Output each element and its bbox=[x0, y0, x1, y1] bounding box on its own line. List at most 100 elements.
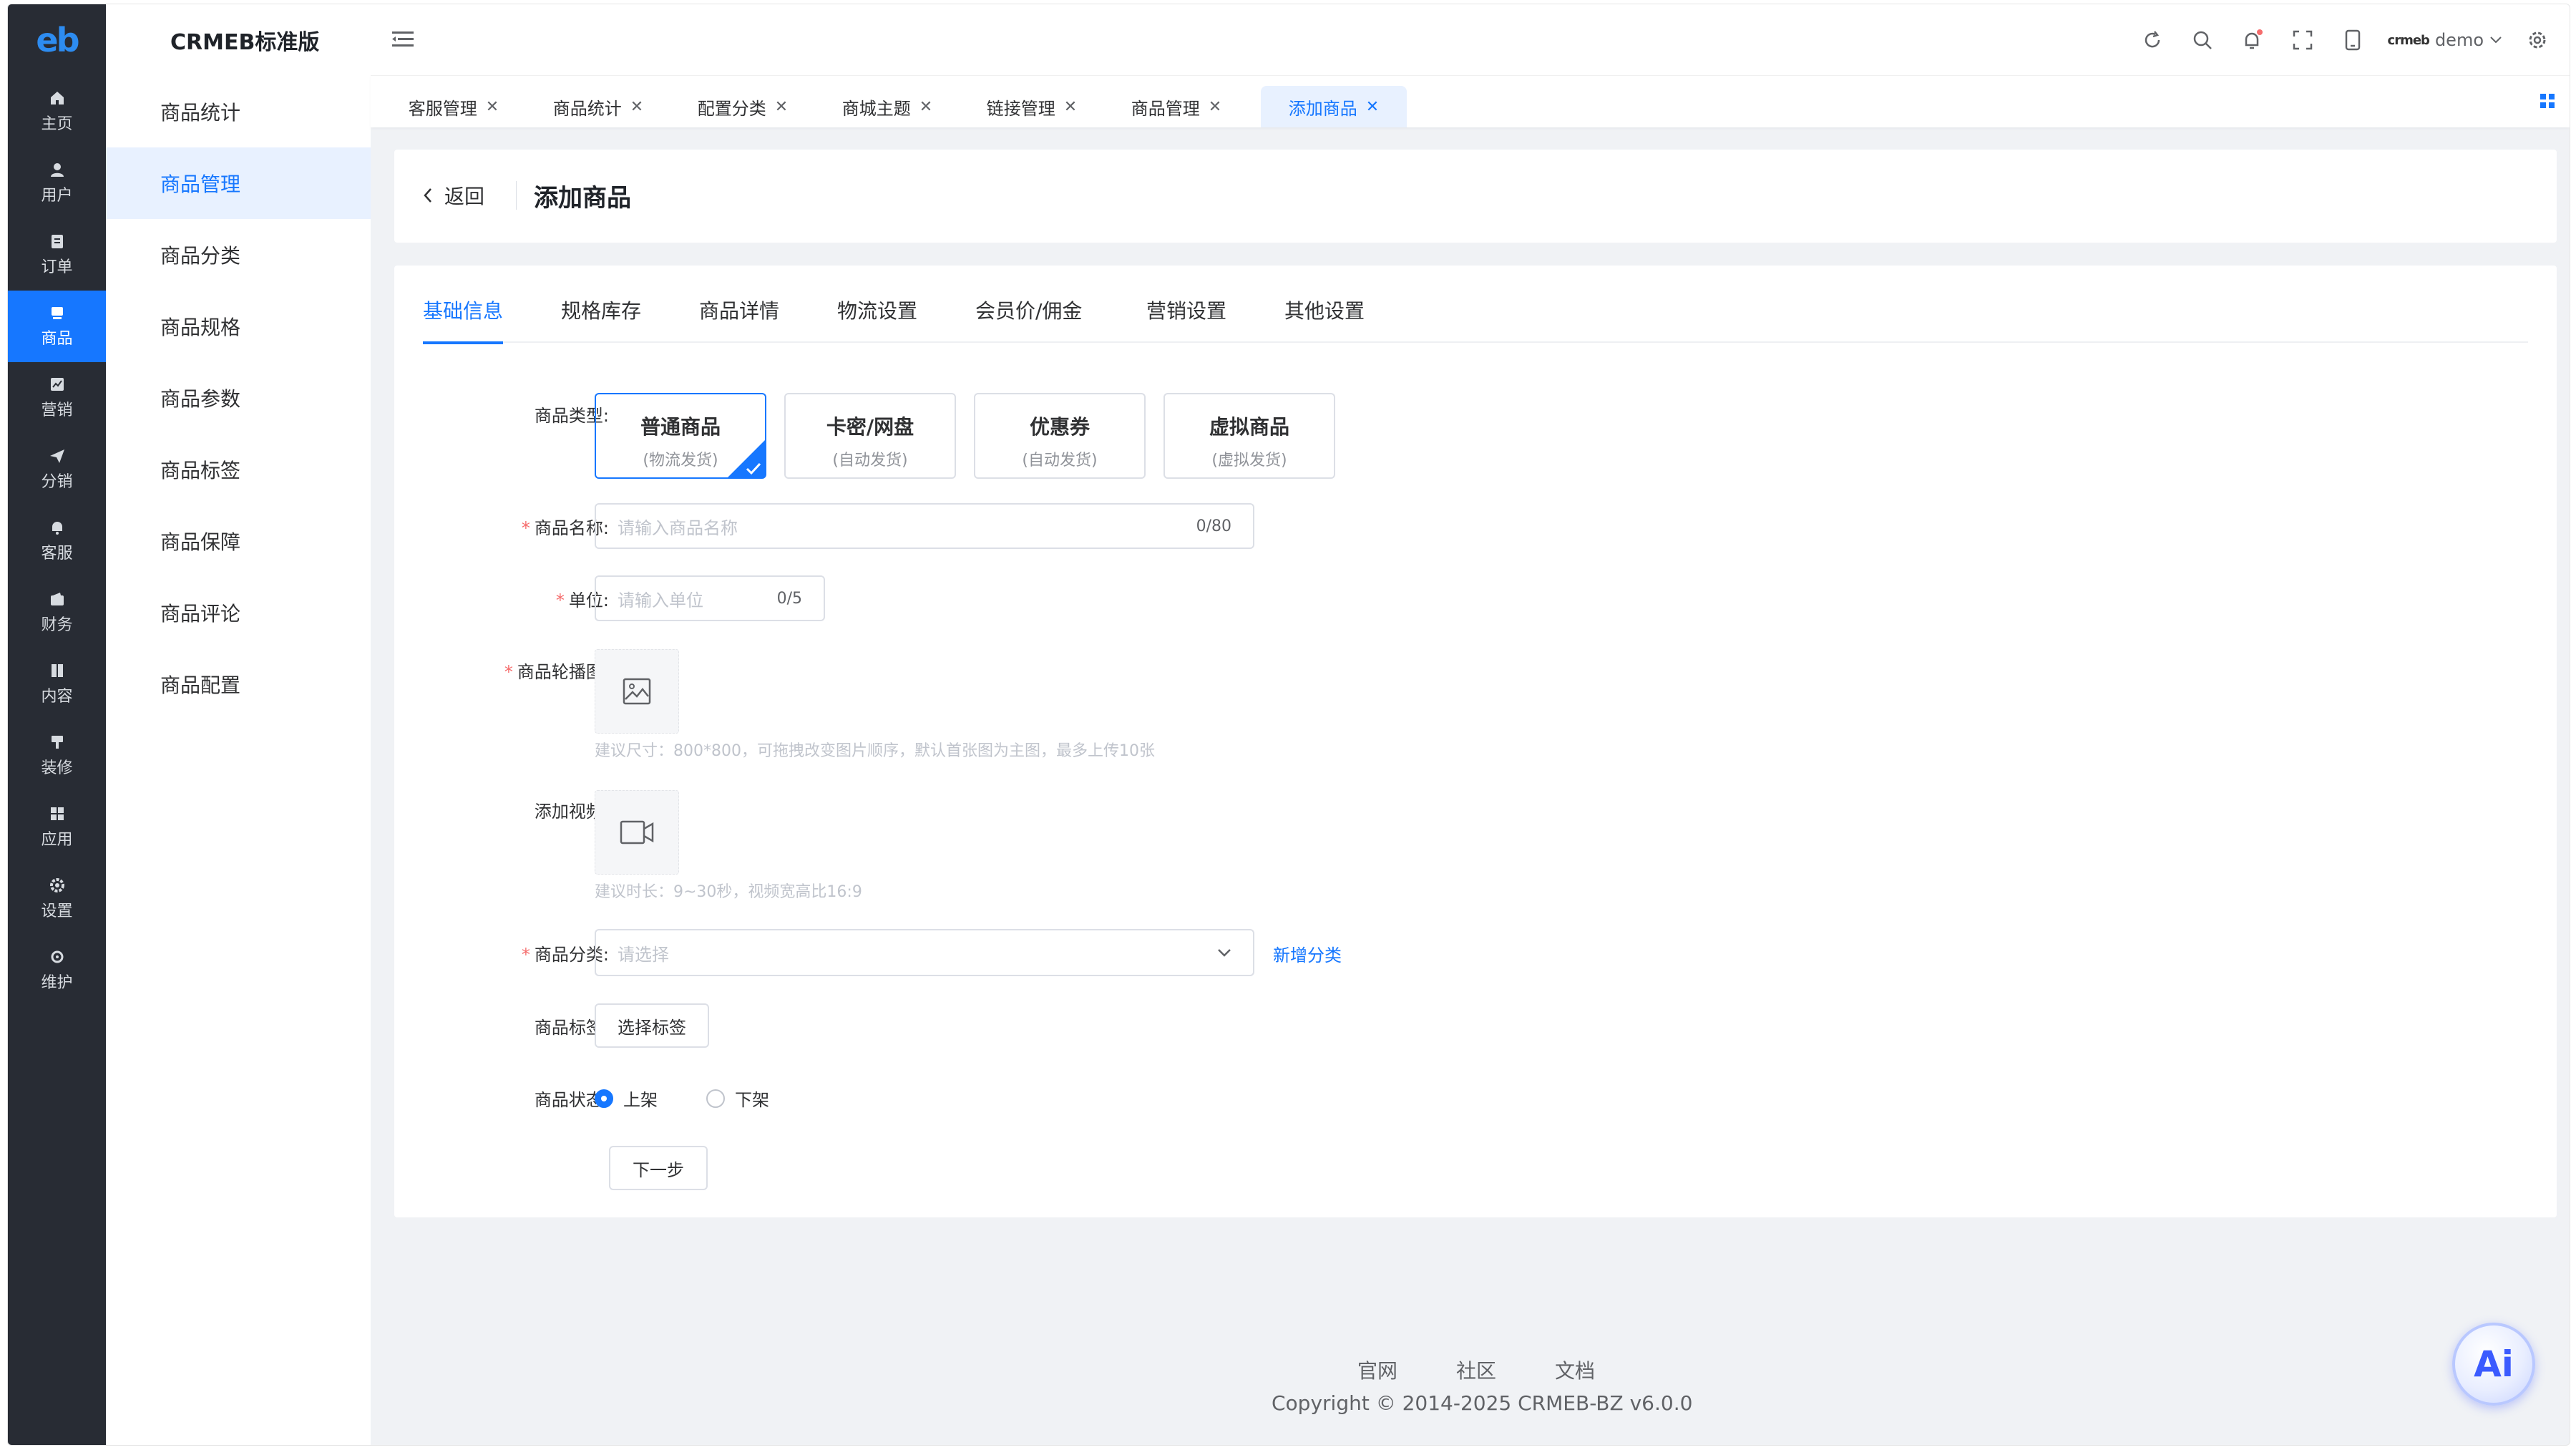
tab-marketing[interactable]: 营销设置 bbox=[1146, 296, 1226, 343]
page-tabs: 客服管理 ✕ 商品统计 ✕ 配置分类 ✕ 商城主题 ✕ 链接管理 ✕ 商品管理 ✕ 添加商品… bbox=[371, 76, 2570, 127]
apps-icon bbox=[50, 807, 64, 820]
page-header-card: 返回 添加商品 bbox=[394, 150, 2557, 243]
app-logo[interactable]: eb bbox=[8, 4, 106, 76]
submenu-item-category[interactable]: 商品分类 bbox=[106, 219, 371, 291]
order-icon bbox=[51, 235, 63, 248]
type-card-virtual[interactable]: 虚拟商品 (虚拟发货) bbox=[1163, 393, 1335, 479]
nav-item-order[interactable]: 订单 bbox=[8, 219, 106, 291]
tab-product-detail[interactable]: 商品详情 bbox=[699, 296, 779, 343]
unit-input[interactable]: 请输入单位 0/5 bbox=[595, 575, 825, 621]
close-icon[interactable]: ✕ bbox=[630, 98, 643, 116]
app-frame: eb 主页 用户 订单 商品 营销 分销 客服 财务 内容 装修 应用 设置 维… bbox=[7, 4, 2570, 1446]
footer-link-official[interactable]: 官网 bbox=[1357, 1356, 1397, 1384]
nav-item-finance[interactable]: 财务 bbox=[8, 577, 106, 648]
grid-icon[interactable] bbox=[2540, 93, 2555, 109]
user-icon bbox=[50, 163, 64, 177]
form-tabs: 基础信息 规格库存 商品详情 物流设置 会员价/佣金 营销设置 其他设置 bbox=[423, 266, 2528, 344]
submenu-item-tags[interactable]: 商品标签 bbox=[106, 434, 371, 505]
tab-basic-info[interactable]: 基础信息 bbox=[423, 296, 504, 344]
image-icon bbox=[623, 678, 651, 705]
close-icon[interactable]: ✕ bbox=[775, 98, 788, 116]
gear-icon[interactable] bbox=[2527, 29, 2548, 51]
tab-theme[interactable]: 商城主题 ✕ bbox=[826, 86, 949, 127]
page-title: 添加商品 bbox=[534, 184, 631, 213]
nav-item-decorate[interactable]: 装修 bbox=[8, 720, 106, 792]
check-icon bbox=[746, 462, 761, 475]
submenu-item-spec[interactable]: 商品规格 bbox=[106, 291, 371, 362]
nav-item-marketing[interactable]: 营销 bbox=[8, 362, 106, 434]
tab-product-manage[interactable]: 商品管理 ✕ bbox=[1115, 86, 1238, 127]
tab-links[interactable]: 链接管理 ✕ bbox=[970, 86, 1093, 127]
status-radio-on[interactable]: 上架 bbox=[595, 1086, 658, 1111]
footer-link-community[interactable]: 社区 bbox=[1456, 1356, 1496, 1384]
ai-assistant-button[interactable]: Ai bbox=[2452, 1323, 2535, 1406]
submenu-item-guarantee[interactable]: 商品保障 bbox=[106, 505, 371, 577]
select-tags-button[interactable]: 选择标签 bbox=[595, 1003, 709, 1048]
tab-other[interactable]: 其他设置 bbox=[1284, 296, 1365, 343]
unit-label: * 单位: bbox=[555, 590, 609, 610]
marketing-icon bbox=[50, 378, 64, 391]
nav-item-content[interactable]: 内容 bbox=[8, 648, 106, 720]
submenu-item-manage[interactable]: 商品管理 bbox=[106, 147, 371, 219]
close-icon[interactable]: ✕ bbox=[1209, 98, 1221, 116]
next-step-button[interactable]: 下一步 bbox=[609, 1146, 708, 1190]
nav-item-product[interactable]: 商品 bbox=[8, 291, 106, 362]
refresh-icon[interactable] bbox=[2142, 30, 2162, 50]
search-icon[interactable] bbox=[2192, 30, 2212, 50]
tab-add-product[interactable]: 添加商品 ✕ bbox=[1261, 86, 1407, 127]
tab-member-price[interactable]: 会员价/佣金 bbox=[975, 296, 1082, 343]
type-card-coupon[interactable]: 优惠券 (自动发货) bbox=[974, 393, 1146, 479]
content-icon bbox=[51, 664, 63, 677]
category-label: * 商品分类: bbox=[521, 945, 609, 965]
nav-item-user[interactable]: 用户 bbox=[8, 147, 106, 219]
radio-checked-icon bbox=[595, 1089, 613, 1108]
submenu-item-config[interactable]: 商品配置 bbox=[106, 648, 371, 720]
maintenance-icon bbox=[51, 950, 63, 963]
distribution-icon bbox=[49, 449, 64, 463]
image-upload[interactable] bbox=[595, 649, 679, 734]
submenu-item-params[interactable]: 商品参数 bbox=[106, 362, 371, 434]
tab-config-category[interactable]: 配置分类 ✕ bbox=[681, 86, 804, 127]
status-radio-off[interactable]: 下架 bbox=[706, 1086, 769, 1111]
submenu-item-stats[interactable]: 商品统计 bbox=[106, 76, 371, 147]
nav-item-maintenance[interactable]: 维护 bbox=[8, 935, 106, 1006]
video-upload[interactable] bbox=[595, 790, 679, 875]
close-icon[interactable]: ✕ bbox=[486, 98, 499, 116]
type-card-normal[interactable]: 普通商品 (物流发货) bbox=[595, 393, 766, 479]
fullscreen-icon[interactable] bbox=[2293, 30, 2313, 50]
video-icon bbox=[620, 820, 654, 845]
menu-toggle-icon[interactable] bbox=[392, 30, 414, 49]
footer-link-docs[interactable]: 文档 bbox=[1555, 1356, 1595, 1384]
nav-item-distribution[interactable]: 分销 bbox=[8, 434, 106, 505]
nav-item-apps[interactable]: 应用 bbox=[8, 792, 106, 863]
product-name-input[interactable]: 请输入商品名称 0/80 bbox=[595, 503, 1254, 549]
submenu-item-reviews[interactable]: 商品评论 bbox=[106, 577, 371, 648]
chevron-down-icon bbox=[2490, 37, 2502, 44]
secondary-menu: CRMEB标准版 商品统计 商品管理 商品分类 商品规格 商品参数 商品标签 商… bbox=[106, 4, 371, 1445]
chevron-down-icon bbox=[1218, 949, 1231, 957]
footer-links: 官网 社区 文档 bbox=[1357, 1356, 1595, 1384]
bell-icon[interactable] bbox=[2242, 29, 2263, 51]
add-category-link[interactable]: 新增分类 bbox=[1273, 941, 1342, 966]
tab-logistics[interactable]: 物流设置 bbox=[837, 296, 917, 343]
close-icon[interactable]: ✕ bbox=[1064, 98, 1077, 116]
mobile-icon[interactable] bbox=[2345, 29, 2361, 51]
ai-icon: Ai bbox=[2474, 1343, 2514, 1385]
nav-item-home[interactable]: 主页 bbox=[8, 76, 106, 147]
close-icon[interactable]: ✕ bbox=[919, 98, 932, 116]
user-menu[interactable]: crmeb demo bbox=[2388, 30, 2502, 50]
chevron-left-icon bbox=[424, 188, 431, 203]
nav-item-settings[interactable]: 设置 bbox=[8, 863, 106, 935]
product-type-label: 商品类型: bbox=[534, 406, 609, 426]
tab-product-stats[interactable]: 商品统计 ✕ bbox=[537, 86, 660, 127]
top-header: crmeb demo bbox=[371, 4, 2570, 76]
tab-service[interactable]: 客服管理 ✕ bbox=[392, 86, 515, 127]
primary-nav: eb 主页 用户 订单 商品 营销 分销 客服 财务 内容 装修 应用 设置 维… bbox=[8, 4, 106, 1445]
divider bbox=[516, 181, 517, 210]
close-icon[interactable]: ✕ bbox=[1366, 98, 1379, 116]
category-select[interactable]: 请选择 bbox=[595, 929, 1254, 976]
type-card-card-key[interactable]: 卡密/网盘 (自动发货) bbox=[784, 393, 956, 479]
tab-spec-stock[interactable]: 规格库存 bbox=[561, 296, 641, 343]
back-button[interactable]: 返回 bbox=[423, 181, 484, 210]
nav-item-service[interactable]: 客服 bbox=[8, 505, 106, 577]
